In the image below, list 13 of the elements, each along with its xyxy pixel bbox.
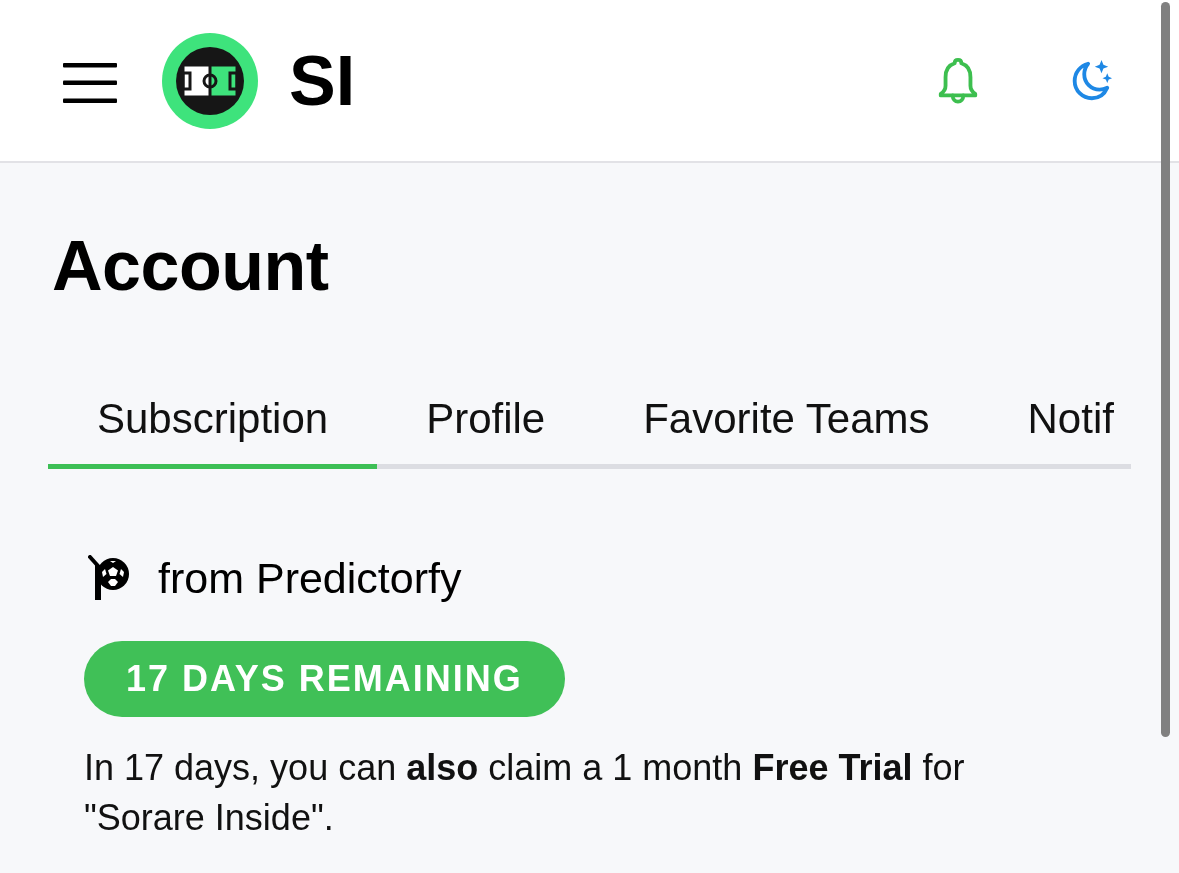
tab[interactable]: Notif <box>978 374 1114 469</box>
tab[interactable]: Profile <box>377 374 595 469</box>
provider-text: from Predictorfy <box>158 553 462 603</box>
days-remaining-badge: 17 DAYS REMAINING <box>84 641 565 717</box>
menu-icon[interactable] <box>63 62 117 103</box>
tab[interactable]: Subscription <box>48 374 378 469</box>
scrollbar-thumb[interactable] <box>1161 2 1170 737</box>
trial-note: In 17 days, you can also claim a 1 month Free Trial for "Sorare Inside". <box>84 746 966 840</box>
tab[interactable]: Favorite Teams <box>594 374 979 469</box>
p-soccer-ball-icon <box>88 555 130 601</box>
page-title: Account <box>52 226 329 307</box>
soccer-field-logo-icon[interactable] <box>162 32 258 129</box>
logo-text: SI <box>289 45 356 116</box>
